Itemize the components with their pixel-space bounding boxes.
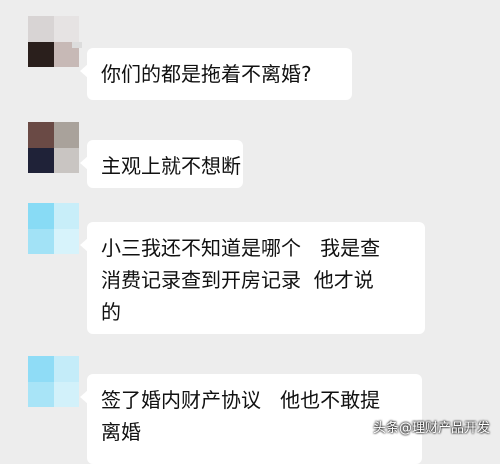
watermark: 头条@理财产品开发 (372, 421, 490, 436)
avatar-pixel (53, 381, 79, 407)
message-text: 的 (101, 300, 121, 324)
sender-avatar[interactable] (28, 122, 79, 173)
message-text: 你们的都是拖着不离婚? (101, 62, 312, 86)
message-text: 离婚 (101, 420, 141, 444)
avatar-pixel (28, 16, 54, 42)
message-text: 小三我还不知道是哪个 我是查 (101, 236, 381, 260)
avatar-pixel (53, 147, 79, 173)
message-bubble[interactable]: 签了婚内财产协议 他也不敢提 离婚 (80, 374, 422, 464)
avatar-pixel (28, 381, 54, 407)
message-text: 签了婚内财产协议 他也不敢提 (101, 388, 381, 412)
avatar-pixel (53, 356, 79, 382)
message-text: 主观上就不想断 (101, 154, 241, 178)
avatar-pixel (28, 356, 54, 382)
avatar-pixel (53, 16, 79, 42)
avatar-pixel (28, 228, 54, 254)
avatar-pixel (28, 122, 54, 148)
avatar-pixel (53, 228, 79, 254)
avatar-pixel (53, 203, 79, 229)
avatar-pixel (28, 41, 54, 67)
message-bubble[interactable]: 你们的都是拖着不离婚? (80, 48, 352, 100)
avatar-pixel (28, 147, 54, 173)
avatar-pixel (28, 203, 54, 229)
sender-name-blur (72, 42, 82, 48)
message-text: 消费记录查到开房记录 他才说 (101, 268, 374, 292)
message-bubble[interactable]: 主观上就不想断 (80, 140, 243, 188)
message-bubble[interactable]: 小三我还不知道是哪个 我是查 消费记录查到开房记录 他才说 的 (80, 222, 425, 334)
sender-avatar[interactable] (28, 356, 79, 407)
avatar-pixel (53, 122, 79, 148)
sender-avatar[interactable] (28, 203, 79, 254)
